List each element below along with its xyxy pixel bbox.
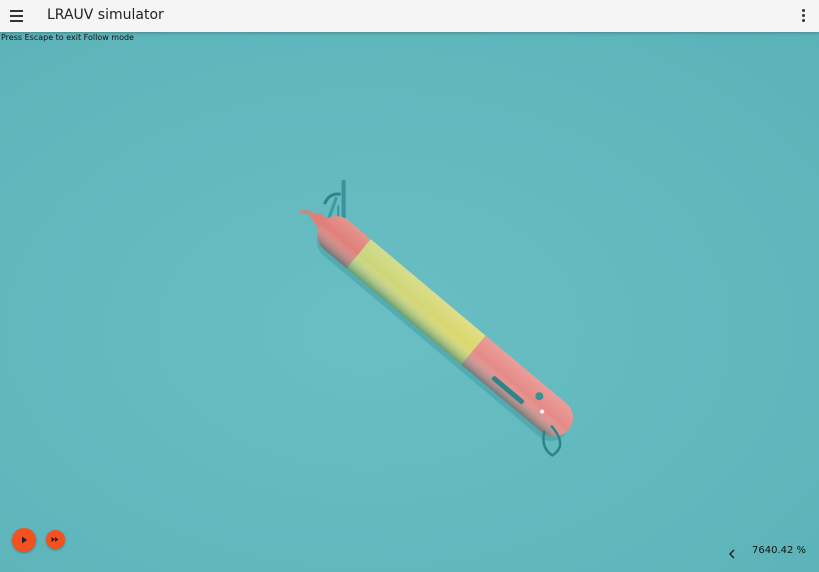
fast-forward-icon <box>51 537 59 542</box>
vehicle-scene <box>0 32 819 572</box>
follow-mode-hint: Press Escape to exit Follow mode <box>1 33 134 42</box>
more-vert-icon[interactable] <box>797 8 809 24</box>
top-app-bar: LRAUV simulator <box>0 0 819 32</box>
simulator-app: LRAUV simulator Press Escape to exit Fol… <box>0 0 819 572</box>
chevron-left-icon[interactable] <box>728 545 736 559</box>
3d-viewport[interactable] <box>0 32 819 572</box>
play-button[interactable] <box>12 528 36 552</box>
hamburger-menu-icon[interactable] <box>9 8 25 24</box>
fast-forward-button[interactable] <box>46 530 65 549</box>
play-icon <box>22 536 27 544</box>
simulation-speed: 7640.42 % <box>752 545 807 556</box>
app-title: LRAUV simulator <box>47 7 164 23</box>
